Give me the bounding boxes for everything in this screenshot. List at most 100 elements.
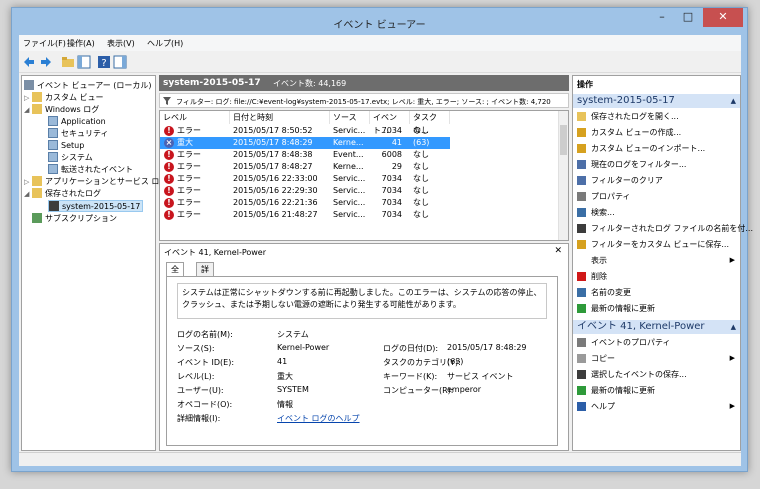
action-item[interactable]: 最新の情報に更新 bbox=[577, 302, 737, 315]
tree-windows-logs[interactable]: ◢ Windows ログ bbox=[24, 104, 99, 116]
table-row[interactable]: ! エラー 2015/05/16 22:21:36 Servic... 7034 なし bbox=[160, 197, 450, 209]
refresh-icon bbox=[577, 386, 586, 395]
collapse-arrow-icon[interactable]: ◢ bbox=[24, 188, 32, 200]
log-icon bbox=[48, 140, 58, 150]
cell-level: エラー bbox=[177, 210, 201, 219]
menu-file[interactable]: ファイル(F) bbox=[23, 38, 66, 49]
cell-source: Kerne... bbox=[333, 138, 364, 147]
action-item[interactable]: ヘルプ ▶ bbox=[577, 400, 737, 413]
save-icon bbox=[577, 224, 586, 233]
column-date[interactable]: 日付と時刻 bbox=[230, 111, 330, 124]
table-row[interactable]: ! エラー 2015/05/16 21:48:27 Servic... 7034 なし bbox=[160, 209, 450, 221]
title-bar: イベント ビューアー – □ ✕ bbox=[12, 8, 747, 35]
action-item[interactable]: 選択したイベントの保存... bbox=[577, 368, 737, 381]
tree-application[interactable]: Application bbox=[48, 116, 106, 128]
column-task[interactable]: タスクの... bbox=[410, 111, 450, 135]
tree-root[interactable]: イベント ビューアー (ローカル) bbox=[24, 80, 152, 92]
delete-icon bbox=[577, 272, 586, 281]
action-item[interactable]: プロパティ bbox=[577, 190, 737, 203]
maximize-button[interactable]: □ bbox=[675, 8, 701, 27]
forward-arrow-icon[interactable] bbox=[39, 55, 53, 69]
tree-saved-logs[interactable]: ◢ 保存されたログ bbox=[24, 188, 101, 200]
collapse-up-icon[interactable]: ▲ bbox=[731, 320, 736, 334]
cell-source: Event... bbox=[333, 150, 364, 159]
menu-help[interactable]: ヘルプ(H) bbox=[147, 38, 183, 49]
action-item[interactable]: 名前の変更 bbox=[577, 286, 737, 299]
tab-general[interactable]: 全般 bbox=[166, 262, 184, 287]
tree-saved-logs-label: 保存されたログ bbox=[45, 189, 101, 198]
action-item[interactable]: イベントのプロパティ bbox=[577, 336, 737, 349]
back-arrow-icon[interactable] bbox=[22, 55, 36, 69]
event-count: イベント数: 44,169 bbox=[273, 79, 347, 88]
tree-subscriptions[interactable]: サブスクリプション bbox=[24, 213, 117, 225]
tree-security[interactable]: セキュリティ bbox=[48, 128, 109, 140]
cell-id: 41 bbox=[391, 138, 402, 147]
tree-root-label: イベント ビューアー (ローカル) bbox=[37, 81, 152, 90]
tree-setup[interactable]: Setup bbox=[48, 140, 84, 152]
expand-arrow-icon[interactable]: ▷ bbox=[24, 176, 32, 188]
tree-system-label: システム bbox=[61, 153, 93, 162]
scroll-thumb[interactable] bbox=[560, 125, 567, 155]
cell-id: 6008 bbox=[381, 150, 402, 159]
action-item[interactable]: フィルターされたログ ファイルの名前を付... bbox=[577, 222, 753, 235]
view-icon bbox=[577, 256, 586, 265]
action-item[interactable]: 表示 ▶ bbox=[577, 254, 737, 267]
action-item[interactable]: 最新の情報に更新 bbox=[577, 384, 737, 397]
column-event-id[interactable]: イベント... bbox=[370, 111, 410, 135]
minimize-button[interactable]: – bbox=[649, 8, 675, 27]
action-item[interactable]: コピー ▶ bbox=[577, 352, 737, 365]
cell-level: エラー bbox=[177, 150, 201, 159]
action-item[interactable]: 現在のログをフィルター... bbox=[577, 158, 737, 171]
action-item[interactable]: フィルターのクリア bbox=[577, 174, 737, 187]
menu-action[interactable]: 操作(A) bbox=[67, 38, 95, 49]
table-row[interactable]: ! エラー 2015/05/16 22:29:30 Servic... 7034 なし bbox=[160, 185, 450, 197]
cell-task: なし bbox=[413, 150, 429, 159]
prop-user-value: SYSTEM bbox=[277, 385, 309, 394]
window-title: イベント ビューアー bbox=[333, 20, 426, 31]
actions-section-event[interactable]: イベント 41, Kernel-Power ▲ bbox=[573, 320, 740, 334]
help-icon[interactable]: ? bbox=[97, 55, 111, 69]
menu-view[interactable]: 表示(V) bbox=[107, 38, 135, 49]
action-item[interactable]: 保存されたログを開く... bbox=[577, 110, 737, 123]
detail-close-icon[interactable]: ✕ bbox=[554, 246, 562, 256]
close-button[interactable]: ✕ bbox=[703, 8, 743, 27]
tab-details[interactable]: 詳細 bbox=[196, 262, 214, 287]
event-viewer-icon bbox=[24, 80, 34, 90]
action-item[interactable]: 削除 bbox=[577, 270, 737, 283]
show-tree-icon[interactable] bbox=[77, 55, 91, 69]
filter-icon bbox=[577, 160, 586, 169]
action-item[interactable]: 検索... bbox=[577, 206, 737, 219]
more-info-link[interactable]: イベント ログのヘルプ bbox=[277, 413, 360, 424]
table-row[interactable]: × 重大 2015/05/17 8:48:29 Kerne... 41 (63) bbox=[160, 137, 450, 149]
collapse-up-icon[interactable]: ▲ bbox=[731, 94, 736, 108]
table-row[interactable]: ! エラー 2015/05/17 8:48:27 Kerne... 29 なし bbox=[160, 161, 450, 173]
event-list-scrollbar[interactable] bbox=[558, 111, 568, 240]
action-item[interactable]: カスタム ビューの作成... bbox=[577, 126, 737, 139]
tree-system[interactable]: システム bbox=[48, 152, 93, 164]
tree-security-label: セキュリティ bbox=[61, 129, 109, 138]
cell-id: 7034 bbox=[381, 174, 402, 183]
action-item[interactable]: カスタム ビューのインポート... bbox=[577, 142, 737, 155]
table-row[interactable]: ! エラー 2015/05/16 22:33:00 Servic... 7034 なし bbox=[160, 173, 450, 185]
cell-source: Servic... bbox=[333, 186, 366, 195]
cell-task: (63) bbox=[413, 138, 430, 147]
action-item[interactable]: フィルターをカスタム ビューに保存... bbox=[577, 238, 737, 251]
table-row[interactable]: ! エラー 2015/05/17 8:50:52 Servic... 7034 なし bbox=[160, 125, 450, 137]
find-icon bbox=[577, 208, 586, 217]
tree-custom-views[interactable]: ▷ カスタム ビュー bbox=[24, 92, 104, 104]
collapse-arrow-icon[interactable]: ◢ bbox=[24, 104, 32, 116]
column-source[interactable]: ソース bbox=[330, 111, 370, 124]
table-row[interactable]: ! エラー 2015/05/17 8:48:38 Event... 6008 なし bbox=[160, 149, 450, 161]
log-icon bbox=[48, 128, 58, 138]
tree-saved-log-item[interactable]: system-2015-05-17 bbox=[48, 200, 144, 212]
column-level[interactable]: レベル bbox=[160, 111, 230, 124]
show-action-pane-icon[interactable] bbox=[113, 55, 127, 69]
actions-section-log[interactable]: system-2015-05-17 ▲ bbox=[573, 94, 740, 108]
event-properties-icon bbox=[577, 338, 586, 347]
expand-arrow-icon[interactable]: ▷ bbox=[24, 92, 32, 104]
save-filter-icon bbox=[577, 240, 586, 249]
saved-log-icon bbox=[49, 201, 59, 211]
tree-app-service-logs[interactable]: ▷ アプリケーションとサービス ログ bbox=[24, 176, 167, 188]
folder-up-icon[interactable] bbox=[61, 55, 75, 69]
tree-forwarded[interactable]: 転送されたイベント bbox=[48, 164, 133, 176]
